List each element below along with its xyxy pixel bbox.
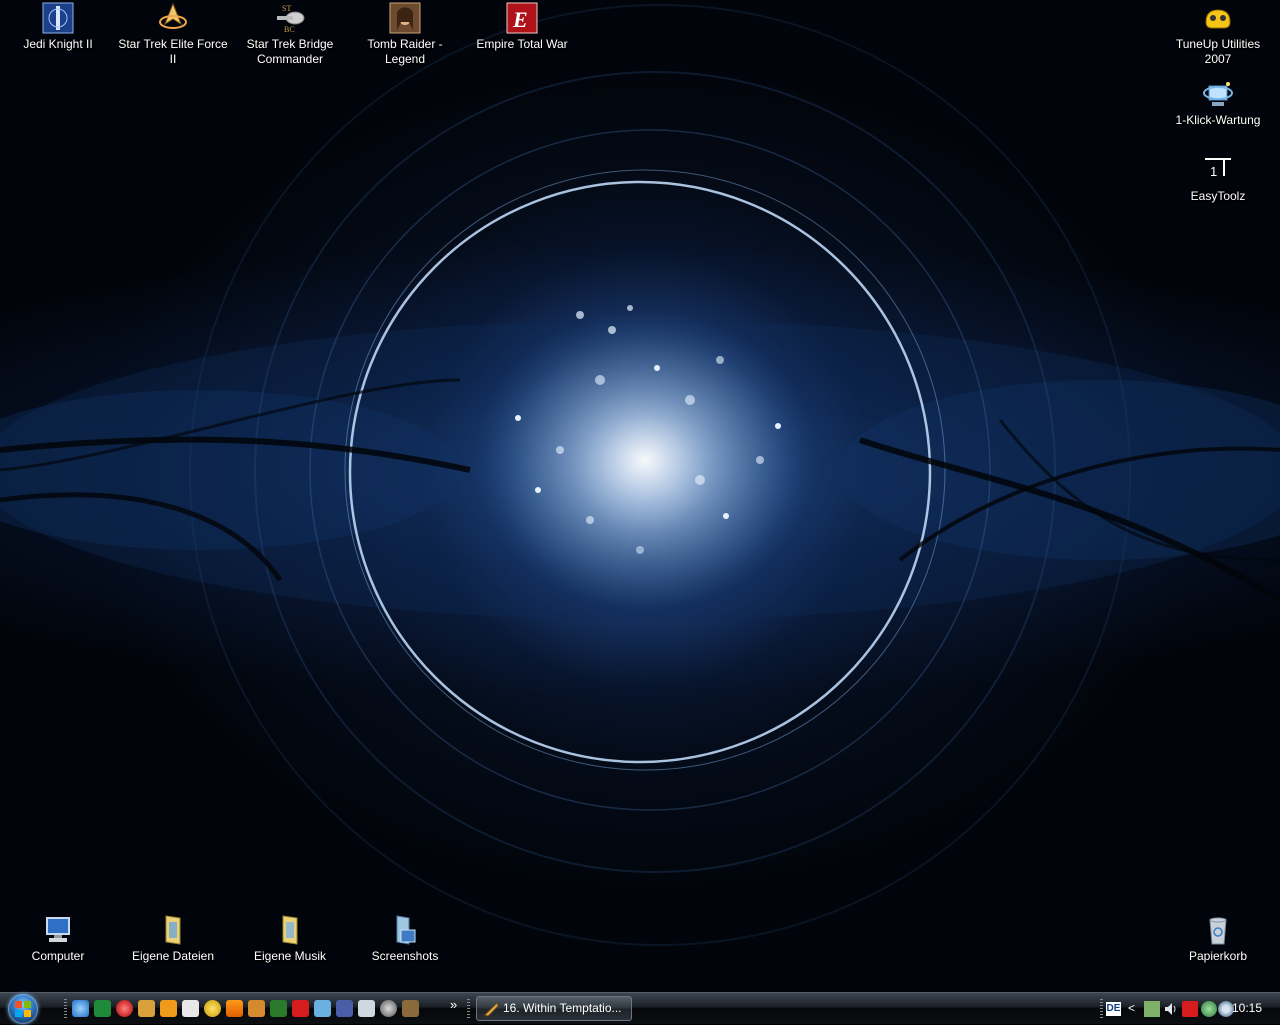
- svg-text:E: E: [512, 7, 528, 32]
- computer-icon: [46, 917, 70, 942]
- update-icon[interactable]: [1201, 1001, 1217, 1017]
- messenger-icon[interactable]: [204, 1000, 221, 1017]
- desktop-icon-jedi-knight[interactable]: Jedi Knight II: [3, 2, 113, 52]
- clock[interactable]: 10:15: [1232, 1001, 1262, 1015]
- folder-icon: [165, 915, 181, 945]
- desktop-icon-label: Computer: [31, 949, 85, 963]
- quicklaunch-grip[interactable]: [64, 999, 67, 1019]
- jedi-knight-icon: [42, 2, 74, 34]
- desktop-icon-label: TuneUp Utilities 2007: [1175, 37, 1261, 66]
- start-button[interactable]: [8, 994, 38, 1024]
- tray-grip[interactable]: [1100, 999, 1103, 1019]
- svg-text:BC: BC: [284, 25, 295, 34]
- desktop-icon-screenshots[interactable]: Screenshots: [350, 914, 460, 964]
- desktop-icon-easytoolz[interactable]: 1 EasyToolz: [1163, 154, 1273, 204]
- tomb-raider-icon: [389, 2, 421, 34]
- windows-logo-icon: [15, 1001, 31, 1017]
- one-click-maintenance-icon: [1203, 82, 1233, 106]
- desktop-icon-label: Star Trek Elite Force II: [118, 37, 228, 66]
- taskbar-button-label: 16. Within Temptatio...: [503, 1001, 622, 1015]
- screenshots-folder-icon: [396, 915, 416, 945]
- desktop-icon-empire-total-war[interactable]: E Empire Total War: [467, 2, 577, 52]
- desktop-icon-label: 1-Klick-Wartung: [1175, 113, 1261, 127]
- empire-total-war-icon: E: [506, 2, 538, 34]
- star-trek-elite-force-icon: [159, 2, 187, 29]
- network-icon[interactable]: [314, 1000, 331, 1017]
- steam-icon[interactable]: [380, 1000, 397, 1017]
- language-indicator[interactable]: DE: [1106, 1002, 1121, 1016]
- desktop-icon-label: EasyToolz: [1190, 189, 1246, 203]
- desktop-icon-tuneup-utilities[interactable]: TuneUp Utilities 2007: [1163, 2, 1273, 67]
- desktop-icon-label: Screenshots: [371, 949, 439, 963]
- tray-expand-button[interactable]: <: [1128, 1001, 1135, 1015]
- desktop-icon-label: Star Trek Bridge Commander: [246, 37, 334, 66]
- svg-text:1: 1: [1210, 164, 1217, 179]
- system-tray: DE < 10:15: [1100, 993, 1280, 1025]
- taskbar-grip[interactable]: [467, 999, 470, 1019]
- desktop-icon-label: Tomb Raider - Legend: [367, 37, 443, 66]
- desktop[interactable]: Jedi Knight II Star Trek Elite Force II …: [0, 0, 1280, 992]
- winamp-icon[interactable]: [138, 1000, 155, 1017]
- speaker-icon: [1165, 1003, 1176, 1015]
- internet-explorer-icon[interactable]: [72, 1000, 89, 1017]
- recycle-bin-icon: [1209, 917, 1227, 945]
- opera-icon[interactable]: [116, 1000, 133, 1017]
- antivirus-icon[interactable]: [1182, 1001, 1198, 1017]
- desktop-icon-computer[interactable]: Computer: [3, 914, 113, 964]
- teamspeak-icon[interactable]: [336, 1000, 353, 1017]
- easytoolz-icon: 1: [1205, 158, 1231, 179]
- media-player-icon[interactable]: [160, 1000, 177, 1017]
- window-switch-icon[interactable]: [358, 1000, 375, 1017]
- desktop-icon-label: Eigene Musik: [253, 949, 327, 963]
- volume-icon[interactable]: [1163, 1001, 1179, 1017]
- canada-leaf-icon[interactable]: [292, 1000, 309, 1017]
- desktop-icon-one-click-maintenance[interactable]: 1-Klick-Wartung: [1163, 78, 1273, 128]
- desktop-icon-label: Papierkorb: [1188, 949, 1248, 963]
- burning-tool-icon[interactable]: [248, 1000, 265, 1017]
- desktop-icon-label: Jedi Knight II: [23, 37, 93, 51]
- wallpaper: [0, 4, 1280, 946]
- quicklaunch-more-button[interactable]: »: [450, 997, 457, 1012]
- desktop-icon-papierkorb[interactable]: Papierkorb: [1163, 914, 1273, 964]
- music-folder-icon: [282, 915, 298, 945]
- winamp-icon: [484, 1002, 499, 1017]
- desktop-icon-star-trek-elite-force[interactable]: Star Trek Elite Force II: [118, 2, 228, 67]
- taskbar-button-winamp[interactable]: 16. Within Temptatio...: [476, 996, 632, 1021]
- vlc-icon[interactable]: [226, 1000, 243, 1017]
- svg-text:ST: ST: [282, 4, 291, 13]
- star-trek-bridge-commander-icon: ST BC: [277, 4, 305, 34]
- quicklaunch-bar: [72, 1000, 419, 1018]
- desktop-icon-tomb-raider[interactable]: Tomb Raider - Legend: [350, 2, 460, 67]
- desktop-icon-star-trek-bridge-commander[interactable]: ST BC Star Trek Bridge Commander: [235, 2, 345, 67]
- desktop-icon-label: Empire Total War: [476, 37, 568, 51]
- video-cut-icon[interactable]: [270, 1000, 287, 1017]
- desktop-icon-label: Eigene Dateien: [131, 949, 215, 963]
- game-icon[interactable]: [402, 1000, 419, 1017]
- desktop-icon-eigene-musik[interactable]: Eigene Musik: [235, 914, 345, 964]
- tuneup-utilities-icon: [1205, 9, 1231, 29]
- network-status-icon[interactable]: [1144, 1001, 1160, 1017]
- taskbar[interactable]: » 16. Within Temptatio... DE < 10:15: [0, 992, 1280, 1024]
- notepad-icon[interactable]: [182, 1000, 199, 1017]
- excel-icon[interactable]: [94, 1000, 111, 1017]
- desktop-icon-eigene-dateien[interactable]: Eigene Dateien: [118, 914, 228, 964]
